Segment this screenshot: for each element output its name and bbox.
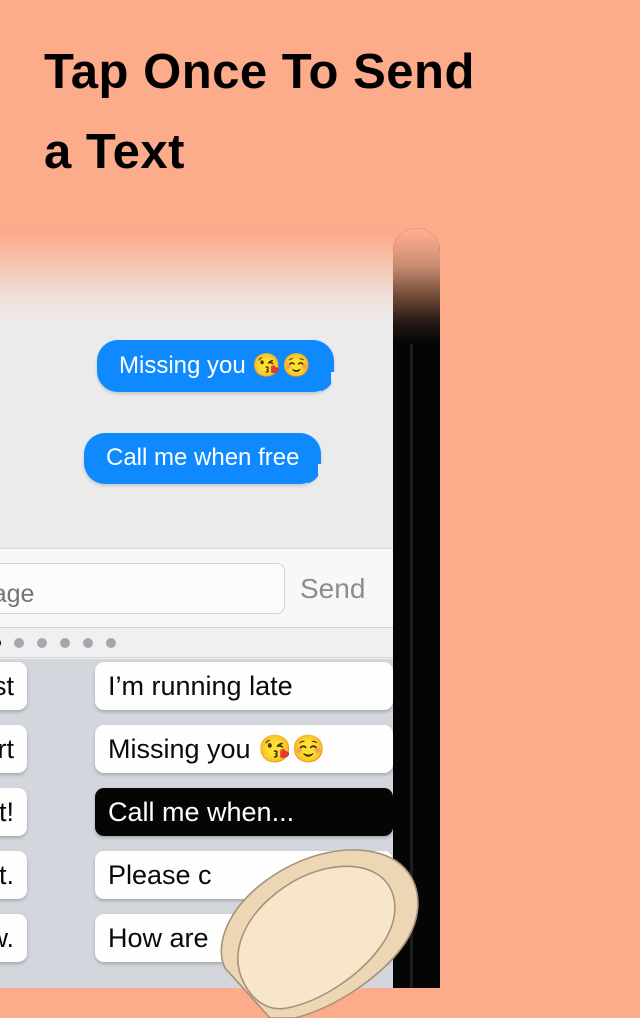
message-bubble-outgoing[interactable]: Missing you 😘☺️ bbox=[97, 340, 343, 392]
page-dot[interactable] bbox=[14, 638, 24, 648]
chat-transcript: Missing you 😘☺️ Call me when free bbox=[0, 228, 393, 548]
phone-mockup: Missing you 😘☺️ Call me when free Send bbox=[0, 228, 440, 988]
quick-reply-item[interactable]: art bbox=[0, 725, 27, 773]
quick-reply-row: illest I’m running late bbox=[0, 662, 393, 725]
headline-line-2: a Text bbox=[44, 125, 185, 179]
quick-reply-item[interactable]: ost! bbox=[0, 788, 27, 836]
quick-reply-item[interactable]: Please c bbox=[95, 851, 393, 899]
page-dot[interactable] bbox=[106, 638, 116, 648]
phone-screen: Missing you 😘☺️ Call me when free Send bbox=[0, 228, 393, 988]
message-input-toolbar: Send bbox=[0, 548, 393, 628]
quick-reply-item[interactable]: ow. bbox=[0, 914, 27, 962]
quick-reply-item-selected[interactable]: Call me when... bbox=[95, 788, 393, 836]
message-text: Missing you bbox=[119, 352, 246, 379]
bubble-tail-icon bbox=[308, 462, 331, 484]
message-emoji: 😘☺️ bbox=[252, 352, 312, 378]
quick-reply-row: ght. Please c bbox=[0, 851, 393, 914]
quick-reply-row: art Missing you 😘☺️ bbox=[0, 725, 393, 788]
quick-reply-list: illest I’m running late art Missing you … bbox=[0, 659, 393, 988]
phone-bezel-top-fade bbox=[393, 228, 440, 344]
quick-reply-item[interactable]: How are bbox=[95, 914, 393, 962]
headline-line-1: Tap Once To Send bbox=[44, 45, 475, 99]
message-bubble-outgoing[interactable]: Call me when free bbox=[84, 433, 331, 484]
message-input[interactable] bbox=[0, 563, 285, 614]
quick-reply-row: ow. How are bbox=[0, 914, 393, 977]
page-title: Tap Once To Send a Text bbox=[44, 32, 604, 192]
page-dot[interactable] bbox=[60, 638, 70, 648]
page-dots[interactable] bbox=[0, 638, 116, 648]
quick-reply-item[interactable]: Missing you 😘☺️ bbox=[95, 725, 393, 773]
bubble-tail-icon bbox=[320, 370, 343, 392]
page-dot[interactable] bbox=[37, 638, 47, 648]
pager-strip bbox=[0, 628, 393, 658]
quick-reply-item[interactable]: I’m running late bbox=[95, 662, 393, 710]
chat-top-fade bbox=[0, 228, 393, 336]
quick-reply-item[interactable]: illest bbox=[0, 662, 27, 710]
send-button[interactable]: Send bbox=[300, 573, 365, 605]
phone-bezel-highlight bbox=[410, 242, 413, 988]
message-text: Call me when free bbox=[106, 444, 300, 471]
quick-reply-row: ost! Call me when... bbox=[0, 788, 393, 851]
quick-reply-item[interactable]: ght. bbox=[0, 851, 27, 899]
page-dot-active[interactable] bbox=[0, 638, 1, 648]
page-dot[interactable] bbox=[83, 638, 93, 648]
